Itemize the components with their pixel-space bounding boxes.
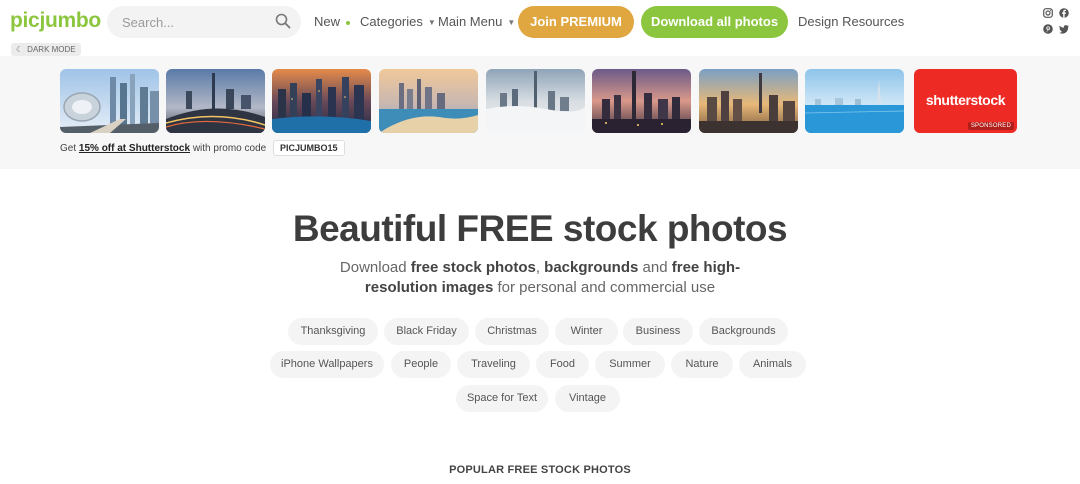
dubai-burj-al-arab-photo	[805, 69, 904, 133]
nav-new[interactable]: New	[314, 14, 351, 29]
tag-thanksgiving[interactable]: Thanksgiving	[288, 318, 378, 345]
pinterest-icon[interactable]	[1043, 24, 1053, 34]
photo-thumbnail[interactable]	[486, 69, 585, 133]
instagram-icon[interactable]	[1043, 8, 1053, 18]
dubai-beach-skyline-photo	[379, 69, 478, 133]
search-icon[interactable]	[275, 13, 291, 29]
tag-backgrounds[interactable]: Backgrounds	[699, 318, 788, 345]
tag-winter[interactable]: Winter	[555, 318, 618, 345]
shutterstock-ad[interactable]: shutterstock SPONSORED	[914, 69, 1017, 133]
tag-summer[interactable]: Summer	[595, 351, 665, 378]
promo-link[interactable]: 15% off at Shutterstock	[79, 143, 190, 154]
join-premium-button[interactable]: Join PREMIUM	[518, 6, 634, 38]
tag-nature[interactable]: Nature	[671, 351, 733, 378]
download-all-button[interactable]: Download all photos	[641, 6, 788, 38]
photo-thumbnail[interactable]	[60, 69, 159, 133]
popular-section-heading: POPULAR FREE STOCK PHOTOS	[449, 464, 631, 476]
tag-business[interactable]: Business	[623, 318, 693, 345]
dark-mode-toggle[interactable]: ☾ DARK MODE	[11, 43, 81, 56]
facebook-icon[interactable]	[1059, 8, 1069, 18]
tag-food[interactable]: Food	[536, 351, 589, 378]
twitter-icon[interactable]	[1059, 24, 1069, 34]
hero-subtitle: Download free stock photos, backgrounds …	[320, 258, 760, 298]
photo-thumbnail[interactable]	[166, 69, 265, 133]
tag-people[interactable]: People	[391, 351, 451, 378]
shutterstock-logo: shutterstock	[925, 92, 1006, 108]
promo-suffix: with promo code	[192, 143, 267, 154]
nav-categories-label: Categories	[360, 14, 423, 29]
hero-sub-text: and	[642, 259, 668, 276]
tag-iphone-wallpapers[interactable]: iPhone Wallpapers	[270, 351, 384, 378]
sponsored-photo-strip: shutterstock SPONSORED Get 15% off at Sh…	[0, 56, 1080, 169]
tag-animals[interactable]: Animals	[739, 351, 806, 378]
hero-sub-text: for personal and commercial use	[497, 279, 716, 296]
dark-mode-label: DARK MODE	[27, 45, 76, 54]
tag-traveling[interactable]: Traveling	[457, 351, 530, 378]
caret-down-icon: ▼	[427, 18, 436, 28]
dubai-skyline-sunset-photo	[699, 69, 798, 133]
tag-christmas[interactable]: Christmas	[475, 318, 549, 345]
dubai-marina-night-photo	[272, 69, 371, 133]
tag-vintage[interactable]: Vintage	[555, 385, 620, 412]
photo-thumbnail[interactable]	[272, 69, 371, 133]
dubai-museum-photo	[60, 69, 159, 133]
tag-black-friday[interactable]: Black Friday	[384, 318, 469, 345]
site-header: picjumbo New Categories▼ Main Menu▼ Join…	[0, 0, 1080, 44]
sponsored-badge: SPONSORED	[967, 122, 1014, 130]
search-box[interactable]	[107, 6, 301, 38]
photo-thumbnail[interactable]	[592, 69, 691, 133]
dubai-fog-photo	[486, 69, 585, 133]
nav-new-label: New	[314, 14, 341, 29]
photo-thumbnail[interactable]	[379, 69, 478, 133]
new-dot-icon	[346, 20, 351, 25]
nav-design-resources[interactable]: Design Resources	[798, 14, 904, 29]
hero-sub-text: ,	[535, 259, 540, 276]
promo-code-badge[interactable]: PICJUMBO15	[272, 140, 345, 156]
hero-title: Beautiful FREE stock photos	[292, 208, 788, 249]
promo-prefix: Get	[60, 143, 77, 154]
site-logo[interactable]: picjumbo	[10, 9, 101, 33]
search-input[interactable]	[122, 13, 262, 31]
nav-categories[interactable]: Categories ▼	[360, 14, 436, 29]
nav-main-menu[interactable]: Main Menu ▼	[438, 14, 515, 29]
photo-thumbnail[interactable]	[699, 69, 798, 133]
caret-down-icon: ▼	[507, 18, 516, 28]
tag-space-for-text[interactable]: Space for Text	[456, 385, 548, 412]
moon-icon: ☾	[16, 45, 24, 54]
nav-main-menu-label: Main Menu	[438, 14, 503, 29]
dubai-interchange-photo	[166, 69, 265, 133]
hero-sub-bold: backgrounds	[544, 259, 639, 276]
dubai-downtown-dusk-photo	[592, 69, 691, 133]
hero-sub-text: Download	[339, 259, 407, 276]
hero-sub-bold: free stock photos	[410, 259, 536, 276]
photo-thumbnail[interactable]	[805, 69, 904, 133]
promo-line: Get 15% off at Shutterstock with promo c…	[60, 140, 345, 156]
